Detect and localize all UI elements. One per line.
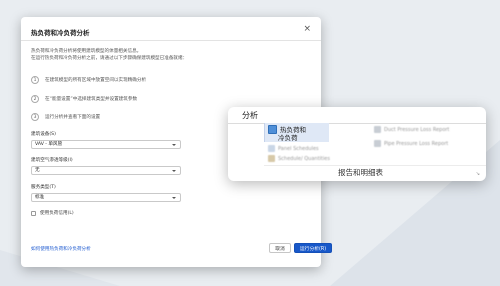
intro-line-1: 热负荷和冷负荷分析将使用建筑模型的体量相关信息。 xyxy=(31,49,142,54)
checkbox-label: 使用负荷信用(L) xyxy=(40,211,74,216)
dialog-launcher-icon[interactable]: ↘ xyxy=(476,171,480,177)
service-type-select[interactable]: 标准 xyxy=(31,193,181,202)
help-link[interactable]: 如何使用热负荷和冷负荷分析 xyxy=(31,246,91,252)
step-1: 1 在建筑模型的所有区域中放置空间以实现精确分析 xyxy=(31,75,146,85)
panel-schedules-icon xyxy=(268,145,275,152)
select-value: 标准 xyxy=(35,195,45,200)
item-label: Schedule/ Quantities xyxy=(278,155,330,162)
item-label: Pipe Pressure Loss Report xyxy=(384,140,449,147)
run-analysis-button[interactable]: 运行分析(R) xyxy=(294,243,332,253)
air-infiltration-select[interactable]: 无 xyxy=(31,166,181,175)
select-value: 无 xyxy=(35,168,40,173)
title-divider xyxy=(21,40,321,41)
schedule-icon xyxy=(268,155,275,162)
step-2: 2 在“能量设置”中选择建筑类型并设置建筑参数 xyxy=(31,94,137,104)
service-type-label: 服务类型(T) xyxy=(31,185,56,190)
step-text: 运行分析并查看下面的设置 xyxy=(45,115,101,120)
pipe-report-icon xyxy=(374,140,381,147)
duct-pressure-report-button[interactable]: Duct Pressure Loss Report xyxy=(374,126,449,133)
group-divider xyxy=(264,165,486,166)
step-text: 在建筑模型的所有区域中放置空间以实现精确分析 xyxy=(45,78,147,83)
heating-cooling-loads-label-2: 冷负荷 xyxy=(278,132,298,142)
schedule-quantities-button[interactable]: Schedule/ Quantities xyxy=(268,155,330,162)
chevron-down-icon xyxy=(172,196,176,199)
checkbox-box[interactable] xyxy=(31,210,36,216)
duct-report-icon xyxy=(374,126,381,133)
building-equipment-label: 建筑设备(S) xyxy=(31,132,56,137)
chevron-down-icon xyxy=(172,169,176,172)
select-value: VAV - 单风管 xyxy=(35,142,63,147)
chevron-down-icon xyxy=(172,143,176,146)
step-3: 3 运行分析并查看下面的设置 xyxy=(31,112,100,122)
step-number: 3 xyxy=(31,113,39,121)
intro-text: 热负荷和冷负荷分析将使用建筑模型的体量相关信息。 在运行热负荷和冷负荷分析之前，… xyxy=(31,48,306,62)
step-text: 在“能量设置”中选择建筑类型并设置建筑参数 xyxy=(45,97,138,102)
load-credits-checkbox[interactable]: 使用负荷信用(L) xyxy=(31,210,74,216)
dialog-title: 热负荷和冷负荷分析 xyxy=(31,29,90,37)
step-number: 1 xyxy=(31,76,39,84)
item-label: Panel Schedules xyxy=(278,145,319,152)
air-infiltration-label: 建筑空气渗透等级(I) xyxy=(31,158,73,163)
item-label-line2: 冷负荷 xyxy=(278,134,298,142)
intro-line-2: 在运行热负荷和冷负荷分析之前，请通过以下步骤确保建筑模型已准备就绪： xyxy=(31,56,188,61)
close-icon[interactable]: × xyxy=(303,25,311,34)
building-equipment-select[interactable]: VAV - 单风管 xyxy=(31,140,181,149)
step-number: 2 xyxy=(31,95,39,103)
cancel-button[interactable]: 取消 xyxy=(269,243,291,253)
group-label: 报告和明细表 xyxy=(338,168,383,177)
pipe-pressure-report-button[interactable]: Pipe Pressure Loss Report xyxy=(374,140,448,147)
load-analysis-icon xyxy=(268,124,277,134)
tab-analysis[interactable]: 分析 xyxy=(242,110,258,121)
panel-schedules-button[interactable]: Panel Schedules xyxy=(268,145,319,152)
ribbon-panel: 分析 热负荷和 冷负荷 Panel Schedules Schedule/ Qu… xyxy=(228,107,486,181)
item-label: Duct Pressure Loss Report xyxy=(384,126,450,133)
